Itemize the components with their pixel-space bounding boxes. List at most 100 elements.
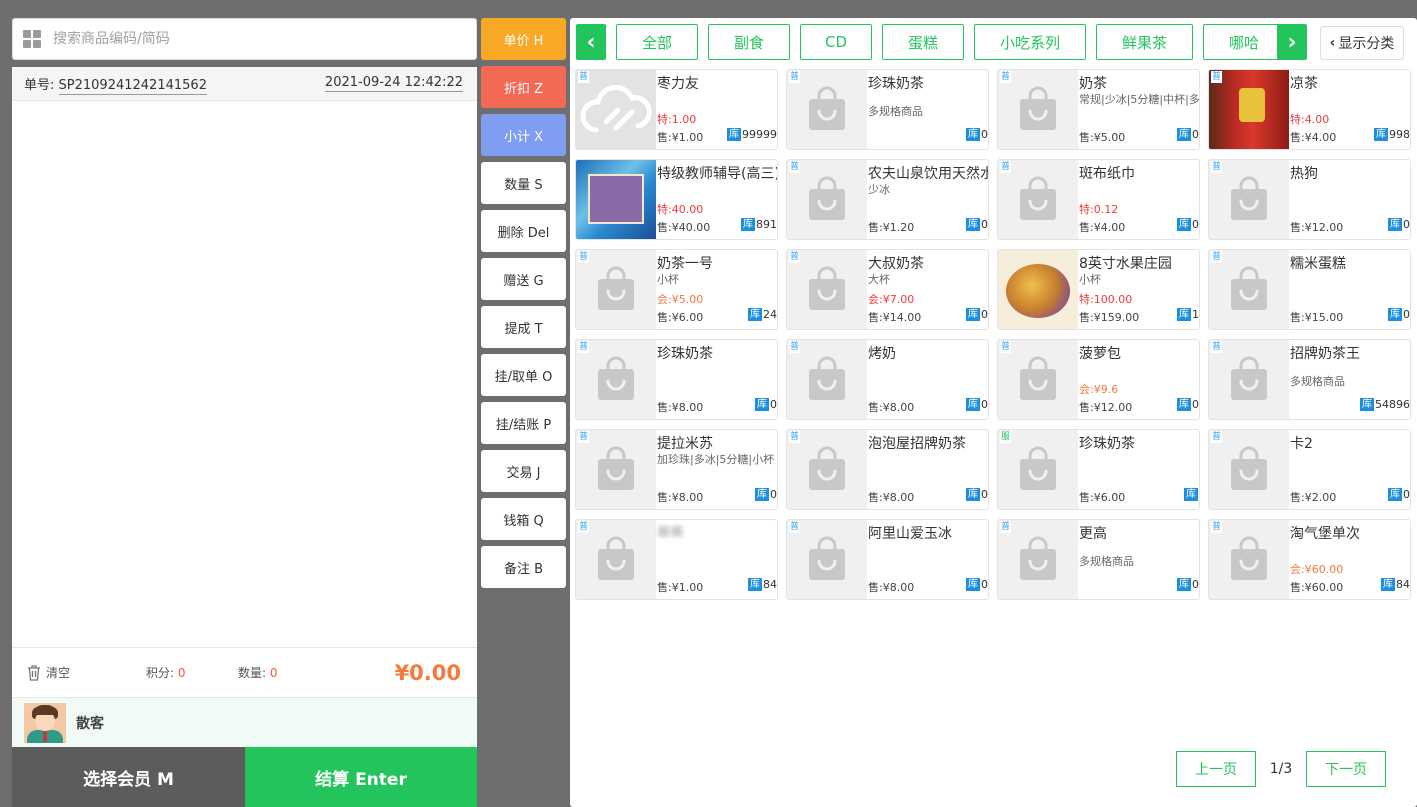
product-name: 珍珠奶茶 (1079, 436, 1135, 452)
category-tab[interactable]: 蛋糕 (882, 24, 964, 60)
product-stock: 库0 (755, 488, 777, 501)
product-type-tag: 普 (789, 521, 801, 533)
clear-label: 清空 (46, 666, 71, 680)
function-button[interactable]: 赠送 G (481, 258, 566, 300)
product-card[interactable]: 普 淘气堡单次 会:¥60.00 售:¥60.00 库 84 (1208, 519, 1411, 600)
shopping-bag-icon (809, 536, 845, 580)
stock-value: 0 (1192, 218, 1199, 231)
order-number-label: 单号: (24, 78, 55, 93)
product-card[interactable]: 普 奶茶一号 小杯 会:¥5.00 售:¥6.00 库 24 (575, 249, 778, 330)
show-categories-button[interactable]: ‹ 显示分类 (1320, 26, 1404, 60)
order-header: 单号: SP2109241242141562 2021-09-24 12:42:… (12, 67, 477, 101)
product-card[interactable]: 普 菠萝包 会:¥9.6 售:¥12.00 库 0 (997, 339, 1200, 420)
stock-value: 0 (981, 218, 988, 231)
product-card[interactable]: 普 招牌奶茶王 多规格商品库 54896 (1208, 339, 1411, 420)
product-name: 8英寸水果庄园 (1079, 256, 1172, 272)
stock-badge: 库 (755, 398, 769, 411)
category-tab[interactable]: 鲜果茶 (1096, 24, 1193, 60)
product-card[interactable]: 普 奶茶 常规|少冰|5分糖|中杯|多 售:¥5.00 库 0 (997, 69, 1200, 150)
product-card[interactable]: 普 提拉米苏 加珍珠|多冰|5分糖|小杯 售:¥8.00 库 0 (575, 429, 778, 510)
function-button[interactable]: 挂/取单 O (481, 354, 566, 396)
product-special-price: 会:¥5.00 (657, 293, 704, 306)
function-button[interactable]: 数量 S (481, 162, 566, 204)
stock-badge: 库 (966, 308, 980, 321)
product-card[interactable]: 普 凉茶 特:4.00 售:¥4.00 库 998 (1208, 69, 1411, 150)
category-tab[interactable]: 哪哈 (1203, 24, 1281, 60)
product-card[interactable]: 特级教师辅导(高三) 特:40.00 售:¥40.00 库 891 (575, 159, 778, 240)
product-card[interactable]: 普 泡泡屋招牌奶茶 售:¥8.00 库 0 (786, 429, 989, 510)
category-prev-button[interactable]: ‹ (576, 24, 606, 60)
product-type-tag: 普 (578, 251, 590, 263)
product-card[interactable]: 普 斑布纸巾 特:0.12 售:¥4.00 库 0 (997, 159, 1200, 240)
category-list: 全部 副食 CD 蛋糕 小吃系列 鲜果茶 哪哈 (616, 24, 1281, 60)
stock-value: 84 (1396, 578, 1410, 591)
function-button[interactable]: 交易 J (481, 450, 566, 492)
function-button[interactable]: 小计 X (481, 114, 566, 156)
product-stock: 库0 (966, 218, 988, 231)
product-card[interactable]: 普 珍珠奶茶 多规格商品库 0 (786, 69, 989, 150)
search-input[interactable] (53, 31, 433, 47)
function-button[interactable]: 钱箱 Q (481, 498, 566, 540)
next-page-button[interactable]: 下一页 (1306, 751, 1386, 787)
product-type-tag: 普 (578, 71, 590, 83)
product-card[interactable]: 服 珍珠奶茶 售:¥6.00 库 (997, 429, 1200, 510)
product-card[interactable]: 普 大叔奶茶 大杯 会:¥7.00 售:¥14.00 库 0 (786, 249, 989, 330)
stock-value: 0 (1192, 578, 1199, 591)
product-card[interactable]: 普 农夫山泉饮用天然水 少冰 售:¥1.20 库 0 (786, 159, 989, 240)
product-stock: 库0 (755, 398, 777, 411)
product-card[interactable]: 普 卡2 售:¥2.00 库 0 (1208, 429, 1411, 510)
function-button[interactable]: 备注 B (481, 546, 566, 588)
product-stock: 库 24 (748, 308, 777, 321)
function-button[interactable]: 挂/结账 P (481, 402, 566, 444)
product-card[interactable]: 普 珍珠奶茶 售:¥8.00 库 0 (575, 339, 778, 420)
product-card[interactable]: 普 糯米蛋糕 售:¥15.00 库 0 (1208, 249, 1411, 330)
category-tab[interactable]: 全部 (616, 24, 698, 60)
quantity-info: 数量: 0 (238, 664, 338, 681)
function-button[interactable]: 折扣 Z (481, 66, 566, 108)
category-next-button[interactable]: › (1277, 24, 1307, 60)
points-info: 积分: 0 (146, 664, 238, 681)
stock-badge: 库 (1374, 128, 1388, 141)
category-tab[interactable]: 小吃系列 (974, 24, 1086, 60)
product-card[interactable]: 普 烤奶 售:¥8.00 库 0 (786, 339, 989, 420)
select-member-button[interactable]: 选择会员 M (12, 747, 245, 807)
order-item-list[interactable] (12, 101, 477, 645)
member-name: 散客 (76, 715, 104, 732)
product-stock: 库0 (1177, 128, 1199, 141)
function-button[interactable]: 删除 Del (481, 210, 566, 252)
product-name: 热狗 (1290, 166, 1318, 182)
category-tab[interactable]: 副食 (708, 24, 790, 60)
product-name: 枣力友 (657, 76, 699, 92)
product-card[interactable]: 普 更高 多规格商品库 0 (997, 519, 1200, 600)
product-card[interactable]: 8英寸水果庄园 小杯 特:100.00 售:¥159.00 库 1 (997, 249, 1200, 330)
shopping-bag-icon (1020, 446, 1056, 490)
prev-page-button[interactable]: 上一页 (1176, 751, 1256, 787)
barcode-icon[interactable] (23, 30, 41, 48)
product-name: 斑布纸巾 (1079, 166, 1135, 182)
product-card[interactable]: 普枣力友 特:1.00 售:¥1.00 库 99999 (575, 69, 778, 150)
product-grid: 普枣力友 特:1.00 售:¥1.00 库 99999 普珍珠奶茶 多规格商品库 0 普奶茶 常规… (575, 69, 1411, 600)
stock-value: 99999 (742, 128, 777, 141)
checkout-button[interactable]: 结算 Enter (245, 747, 477, 807)
chevron-left-icon: ‹ (1329, 35, 1336, 51)
product-type-tag: 普 (1000, 161, 1012, 173)
product-stock: 库 99999 (727, 128, 777, 141)
shopping-bag-icon (598, 266, 634, 310)
product-name: 烤奶 (868, 346, 896, 362)
product-special-price: 特:1.00 (657, 113, 697, 126)
product-sale-price: 售:¥8.00 (868, 491, 915, 504)
shopping-bag-icon (809, 266, 845, 310)
stock-badge: 库 (1177, 218, 1191, 231)
product-type-tag: 普 (1000, 521, 1012, 533)
function-button[interactable]: 单价 H (481, 18, 566, 60)
product-name: 糯米蛋糕 (1290, 256, 1346, 272)
product-card[interactable]: 普 ■■ 售:¥1.00 库 84 (575, 519, 778, 600)
function-button[interactable]: 提成 T (481, 306, 566, 348)
product-card[interactable]: 普 阿里山爱玉冰 售:¥8.00 库 0 (786, 519, 989, 600)
category-tab[interactable]: CD (800, 24, 872, 60)
product-name: 农夫山泉饮用天然水 (868, 166, 988, 182)
stock-badge: 库 (966, 578, 980, 591)
stock-badge: 库 (1177, 398, 1191, 411)
clear-button[interactable]: 清空 (26, 664, 146, 681)
product-card[interactable]: 普 热狗 售:¥12.00 库 0 (1208, 159, 1411, 240)
